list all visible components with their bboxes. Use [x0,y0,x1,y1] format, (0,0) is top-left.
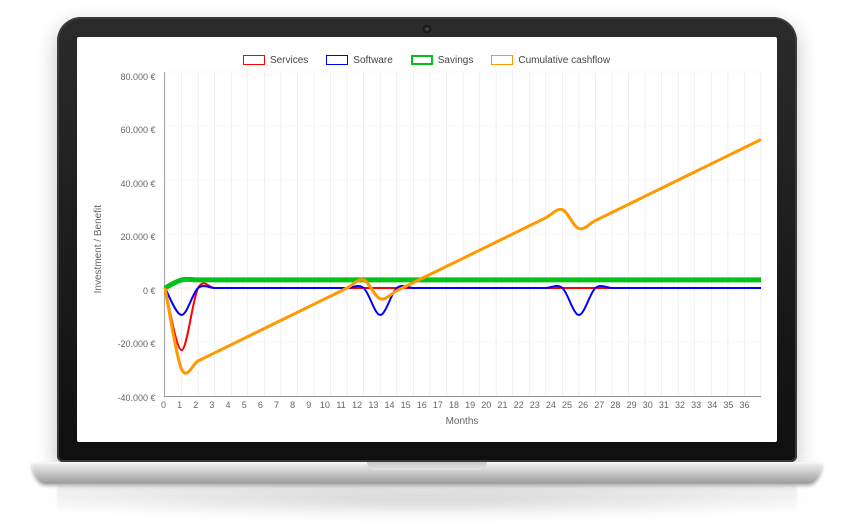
xtick: 28 [607,400,623,414]
chart-legend: Services Software Savings Cumulative cas… [93,55,761,66]
xtick: 2 [188,400,204,414]
laptop-lid: Services Software Savings Cumulative cas… [57,17,797,462]
legend-item-services: Services [243,55,308,66]
xtick: 0 [155,400,171,414]
xtick: 25 [559,400,575,414]
xtick: 12 [349,400,365,414]
xtick: 10 [317,400,333,414]
legend-label-cumulative: Cumulative cashflow [518,55,610,66]
ytick: 60.000 € [108,125,156,135]
xtick: 35 [720,400,736,414]
xtick: 27 [591,400,607,414]
laptop-base [32,462,822,484]
xtick: 29 [624,400,640,414]
xtick: 30 [640,400,656,414]
xtick: 16 [414,400,430,414]
swatch-software [326,55,348,65]
legend-label-savings: Savings [438,55,474,66]
xtick: 4 [220,400,236,414]
swatch-savings [411,55,433,65]
series-services [165,283,761,350]
xtick: 26 [575,400,591,414]
xtick: 32 [672,400,688,414]
y-axis-ticks: 80.000 € 60.000 € 40.000 € 20.000 € 0 € … [108,72,160,427]
legend-label-services: Services [270,55,308,66]
screen: Services Software Savings Cumulative cas… [77,37,777,442]
xtick: 17 [430,400,446,414]
xtick: 8 [285,400,301,414]
xtick: 21 [494,400,510,414]
legend-label-software: Software [353,55,392,66]
xtick: 9 [301,400,317,414]
legend-item-software: Software [326,55,392,66]
xtick: 5 [236,400,252,414]
xtick: 34 [704,400,720,414]
xtick: 13 [365,400,381,414]
chart: Investment / Benefit 80.000 € 60.000 € 4… [93,72,761,427]
xtick: 22 [511,400,527,414]
laptop-mockup: Services Software Savings Cumulative cas… [32,17,822,514]
series-savings [165,279,761,288]
legend-item-savings: Savings [411,55,474,66]
xtick: 24 [543,400,559,414]
legend-item-cumulative: Cumulative cashflow [491,55,610,66]
x-axis-ticks: 0123456789101112131415161718192021222324… [164,400,761,414]
xtick: 6 [252,400,268,414]
swatch-cumulative [491,55,513,65]
ytick: -20.000 € [108,339,156,349]
xtick: 7 [268,400,284,414]
plot-area [164,72,761,397]
ytick: 80.000 € [108,72,156,82]
plot-column: 0123456789101112131415161718192021222324… [164,72,761,427]
ytick: 0 € [108,286,156,296]
x-axis-label: Months [164,416,761,427]
ytick: -40.000 € [108,393,156,403]
series-software [165,286,761,315]
reflection [57,486,797,514]
xtick: 15 [398,400,414,414]
xtick: 3 [204,400,220,414]
xtick: 18 [446,400,462,414]
xtick: 36 [736,400,752,414]
xtick: 31 [656,400,672,414]
xtick: 11 [333,400,349,414]
ytick: 40.000 € [108,179,156,189]
y-axis-label: Investment / Benefit [93,205,104,293]
xtick: 20 [478,400,494,414]
series-cumulative-cashflow [165,139,761,373]
xtick: 33 [688,400,704,414]
xtick: 1 [172,400,188,414]
ytick: 20.000 € [108,232,156,242]
xtick: 19 [462,400,478,414]
xtick: 14 [381,400,397,414]
xtick: 23 [527,400,543,414]
swatch-services [243,55,265,65]
camera-icon [423,25,431,33]
series-lines [165,72,761,396]
